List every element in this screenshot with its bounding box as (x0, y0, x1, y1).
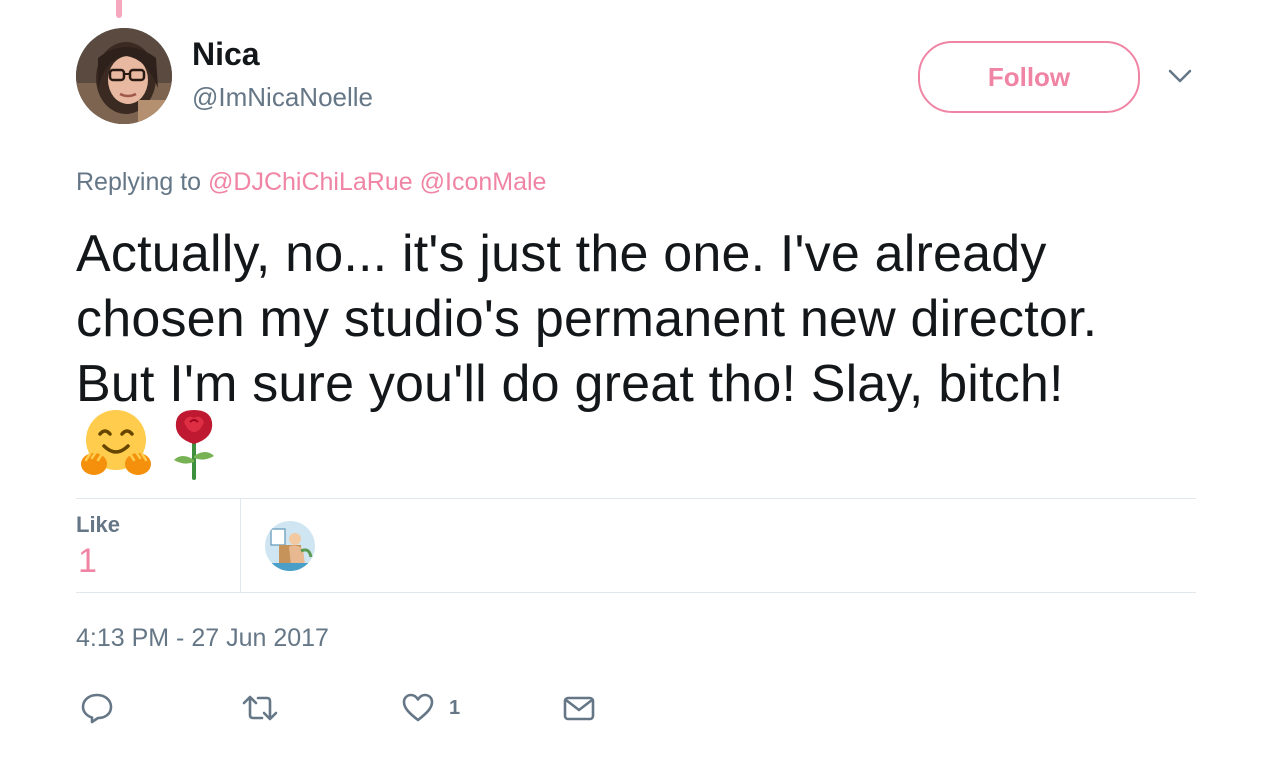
tweet-text-line: Actually, no... it's just the one. I've … (76, 225, 1047, 283)
likes-stat-count[interactable]: 1 (78, 542, 97, 581)
stats-bottom-divider (76, 592, 1196, 593)
reply-context-prefix: Replying to (76, 168, 202, 196)
avatar-image (76, 28, 172, 124)
chevron-down-icon[interactable] (1166, 64, 1194, 88)
tweet-emojis (80, 408, 222, 480)
tweet-text-line: chosen my studio's permanent new directo… (76, 290, 1098, 348)
reply-context: Replying to @DJChiChiLaRue @IconMale (76, 166, 546, 198)
heart-icon (402, 693, 434, 722)
reply-action-button[interactable] (80, 690, 114, 726)
like-action-button[interactable]: 1 (401, 690, 460, 726)
likes-stat-label[interactable]: Like (76, 512, 120, 538)
tweet-text: Actually, no... it's just the one. I've … (76, 222, 1216, 417)
direct-message-action-button[interactable] (562, 690, 596, 726)
rose-emoji-icon (174, 410, 214, 480)
thread-connector-line (116, 0, 122, 18)
envelope-icon (563, 696, 595, 721)
follow-button[interactable]: Follow (918, 41, 1140, 113)
mention-link-djchichilarue[interactable]: @DJChiChiLaRue (208, 168, 413, 196)
tweet-text-line: But I'm sure you'll do great tho! Slay, … (76, 355, 1064, 413)
author-name[interactable]: Nica (192, 36, 260, 72)
stats-top-divider (76, 498, 1196, 499)
liker-avatar-image (265, 521, 315, 571)
retweet-icon (242, 695, 278, 721)
liker-avatar[interactable] (265, 521, 315, 571)
author-handle[interactable]: @ImNicaNoelle (192, 82, 373, 112)
reply-icon (81, 693, 113, 724)
retweet-action-button[interactable] (240, 690, 280, 726)
author-avatar[interactable] (76, 28, 172, 124)
mention-link-iconmale[interactable]: @IconMale (420, 168, 547, 196)
like-action-count: 1 (449, 696, 461, 719)
tweet-card: Nica @ImNicaNoelle Follow Replying to @D… (0, 0, 1274, 770)
tweet-timestamp[interactable]: 4:13 PM - 27 Jun 2017 (76, 624, 329, 653)
stats-vertical-divider (240, 499, 241, 593)
hugging-face-emoji-icon (81, 410, 151, 475)
